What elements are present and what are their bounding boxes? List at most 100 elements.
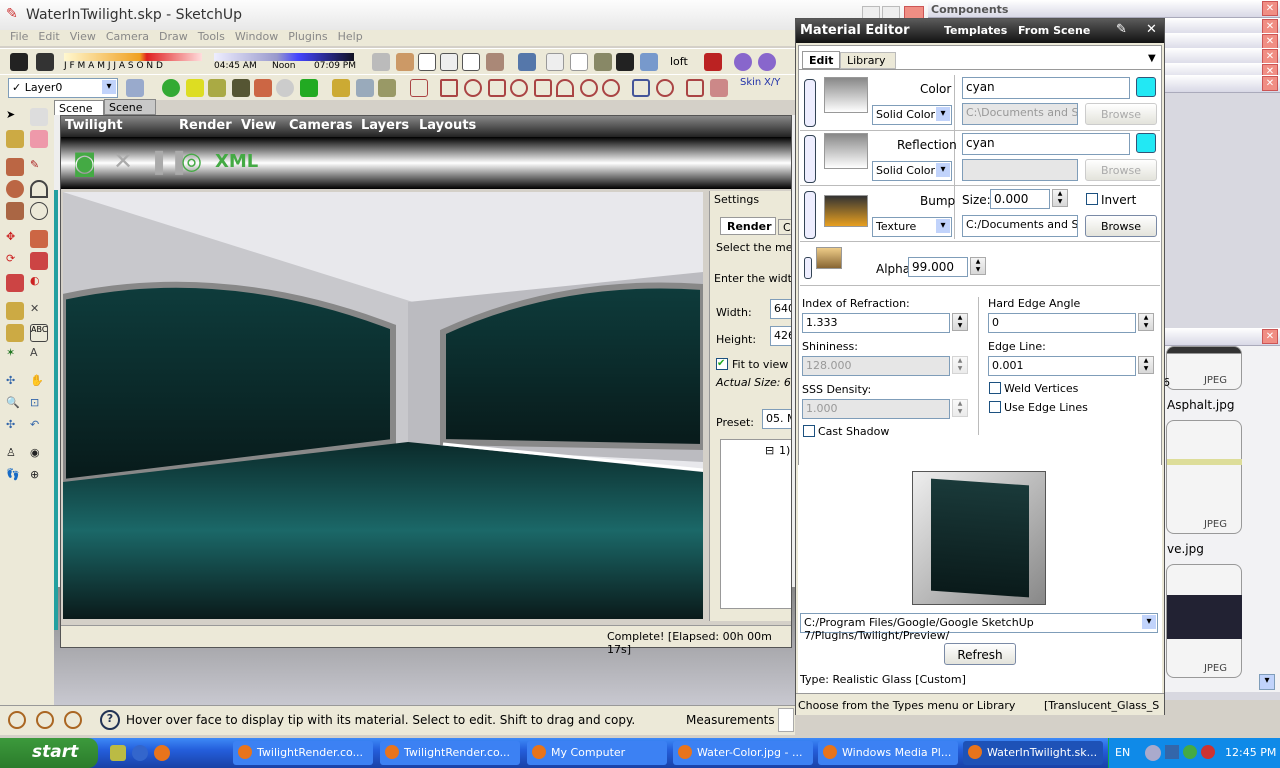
pencil-icon[interactable]: ✎ (30, 158, 48, 176)
push-pull-icon[interactable] (30, 230, 48, 248)
link-chain-icon[interactable] (804, 191, 816, 239)
ie-icon[interactable] (132, 745, 148, 761)
menu-view[interactable]: View (70, 30, 96, 43)
close-icon[interactable]: ✕ (1146, 22, 1157, 37)
light-icon[interactable] (186, 79, 204, 97)
tray-row-components[interactable]: Components ✕ (928, 0, 1280, 18)
loft-button[interactable]: loft (670, 55, 688, 68)
menu-help[interactable]: Help (338, 30, 363, 43)
circle-icon[interactable] (6, 180, 24, 198)
text-tool-icon[interactable]: ABC (30, 324, 48, 342)
make-component-icon[interactable] (332, 79, 350, 97)
edge-line-input[interactable]: 0.001 (988, 356, 1136, 376)
skin-button[interactable]: Skin (740, 77, 761, 88)
previous-view-icon[interactable]: ↶ (30, 418, 48, 436)
taskbar-item-twilightrender-2[interactable]: TwilightRender.co... (380, 741, 520, 765)
copyright-icon[interactable] (64, 711, 82, 729)
zoom-window-icon[interactable]: ⊡ (30, 396, 48, 414)
quicklaunch-icon[interactable] (110, 745, 126, 761)
tab-scene-1[interactable]: Scene 1 (54, 100, 104, 128)
cast-shadow-checkbox[interactable] (803, 425, 815, 437)
offset-icon[interactable]: ◐ (30, 274, 48, 292)
alpha-input[interactable]: 99.000 (908, 257, 968, 277)
sphere-tool-2-icon[interactable] (758, 53, 776, 71)
polygon-icon[interactable] (6, 202, 24, 220)
menu-file[interactable]: File (10, 30, 28, 43)
messenger-icon[interactable] (1183, 745, 1197, 759)
settings-gear-icon[interactable] (276, 79, 294, 97)
arc-tool-icon[interactable] (556, 79, 574, 97)
display-shadows-icon[interactable] (36, 53, 54, 71)
offset-tool-icon[interactable] (632, 79, 650, 97)
close-icon[interactable]: ✕ (1262, 19, 1278, 34)
lamp-icon[interactable] (232, 79, 250, 97)
time-slider[interactable] (214, 53, 354, 61)
twilight-menu-view[interactable]: View (241, 118, 276, 133)
width-input[interactable]: 640 (770, 299, 791, 319)
credits-icon[interactable] (36, 711, 54, 729)
menu-edit[interactable]: Edit (38, 30, 59, 43)
color-name-input[interactable]: cyan (962, 77, 1130, 99)
hard-edge-input[interactable]: 0 (988, 313, 1136, 333)
polygon-tool-icon[interactable] (488, 79, 506, 97)
xml-export-icon[interactable]: XML (215, 151, 258, 172)
walk-icon[interactable]: 👣 (6, 468, 24, 486)
xy-button[interactable]: X/Y (764, 77, 780, 88)
component-thumb[interactable]: JPEG (1166, 564, 1242, 678)
shaded-textures-icon[interactable] (616, 53, 634, 71)
plugin-icon[interactable] (704, 53, 722, 71)
network-icon[interactable] (1165, 745, 1179, 759)
close-icon[interactable]: ✕ (1262, 49, 1278, 64)
cancel-render-icon[interactable]: ✕ (113, 147, 133, 175)
shadow-settings-icon[interactable] (10, 53, 28, 71)
eraser-icon[interactable] (30, 130, 48, 148)
shaded-icon[interactable] (594, 53, 612, 71)
xray-icon[interactable] (518, 53, 536, 71)
ior-spinner[interactable]: ▲ ▼ (952, 313, 968, 331)
component-thumb[interactable]: JPEG (1166, 420, 1242, 534)
tab-edit[interactable]: Edit (802, 51, 840, 69)
bump-size-input[interactable]: 0.000 (990, 189, 1050, 209)
protractor-icon[interactable] (6, 324, 24, 342)
alpha-spinner[interactable]: ▲ ▼ (970, 257, 986, 275)
pan-icon[interactable]: ✋ (30, 374, 48, 392)
tray-expand-icon[interactable] (1145, 745, 1161, 761)
sector-tool-icon[interactable] (580, 79, 598, 97)
refresh-button[interactable]: Refresh (944, 643, 1016, 665)
sphere-tool-icon[interactable] (734, 53, 752, 71)
height-input[interactable]: 426 (770, 326, 791, 346)
firefox-icon[interactable] (154, 745, 170, 761)
environment-icon[interactable] (300, 79, 318, 97)
parallelogram-tool-icon[interactable] (534, 79, 552, 97)
reflection-type-select[interactable]: Solid Color (872, 161, 952, 181)
taskbar-item-twilightrender-1[interactable]: TwilightRender.co... (233, 741, 373, 765)
ior-input[interactable]: 1.333 (802, 313, 950, 333)
freehand-tool-icon[interactable] (686, 79, 704, 97)
taskbar-item-my-computer[interactable]: My Computer (527, 741, 667, 765)
section-plane-icon[interactable]: ⊕ (30, 468, 48, 486)
make-component-tool-icon[interactable] (30, 108, 48, 126)
close-icon[interactable]: ✕ (1262, 76, 1278, 91)
tape-measure-icon[interactable] (6, 302, 24, 320)
menu-camera[interactable]: Camera (106, 30, 149, 43)
zoom-icon[interactable]: 🔍 (6, 396, 24, 414)
group-icon[interactable] (378, 79, 396, 97)
use-edge-lines-checkbox[interactable] (989, 401, 1001, 413)
right-view-icon[interactable] (440, 53, 458, 71)
hard-edge-spinner[interactable]: ▲ ▼ (1138, 313, 1154, 331)
tab-library[interactable]: Library (840, 52, 896, 69)
bump-texture-path[interactable]: C:/Documents and Sett (962, 215, 1078, 237)
month-slider[interactable] (64, 53, 202, 61)
twilight-render-icon[interactable] (162, 79, 180, 97)
tree-item[interactable]: 1) (779, 444, 790, 457)
invert-checkbox[interactable] (1086, 193, 1098, 205)
wireframe-icon[interactable] (546, 53, 564, 71)
dimension-icon[interactable]: ✕ (30, 302, 48, 320)
close-icon[interactable]: ✕ (1262, 34, 1278, 49)
tree-collapse-icon[interactable]: ⊟ (765, 444, 774, 457)
tab-render[interactable]: Render (720, 217, 776, 235)
link-chain-icon[interactable] (804, 135, 816, 183)
templates-button[interactable]: Templates (944, 24, 1007, 37)
menu-draw[interactable]: Draw (159, 30, 188, 43)
paint-tool-icon[interactable] (710, 79, 728, 97)
